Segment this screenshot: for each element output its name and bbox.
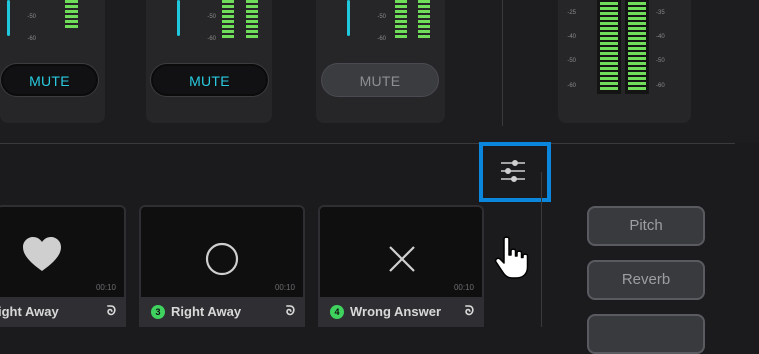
- scale-label: -50: [377, 14, 386, 20]
- master-meter-left: [597, 0, 621, 94]
- scale-label: -60: [656, 83, 665, 89]
- loop-icon[interactable]: ᘐ: [286, 303, 295, 319]
- scale-label: -25: [567, 10, 576, 16]
- pad-duration: 00:10: [95, 283, 116, 292]
- sound-pad-2[interactable]: 00:10 3 Right Away ᘐ: [139, 205, 305, 327]
- master-strip: -25 -40 -50 -60 -35 -40 -50 -60: [558, 0, 691, 123]
- channel-3-fader[interactable]: [347, 0, 350, 36]
- scale-label: -50: [207, 14, 216, 20]
- scale-label: -60: [567, 83, 576, 89]
- x-icon: [389, 246, 415, 272]
- pads-divider: [541, 172, 542, 327]
- scale-label: -35: [656, 10, 665, 16]
- scale-label: -60: [27, 36, 36, 42]
- pad-label: Right Away: [171, 304, 242, 319]
- mixer-divider: [502, 0, 503, 126]
- channel-3-meter-right: [418, 0, 430, 40]
- pad-footer: 3 Right Away ᘐ: [141, 297, 303, 327]
- pad-footer: 4 Wrong Answer ᘐ: [320, 297, 482, 327]
- sound-pad-1[interactable]: 00:10 ight Away ᘐ: [0, 205, 126, 327]
- reverb-button[interactable]: Reverb: [587, 260, 705, 300]
- channel-3-mute-button[interactable]: MUTE: [321, 63, 439, 97]
- effect-button-3[interactable]: [587, 314, 705, 354]
- scale-label: -60: [207, 36, 216, 42]
- channel-1-fader[interactable]: [7, 0, 10, 36]
- channel-1-mute-button[interactable]: MUTE: [0, 63, 99, 97]
- channel-3-meter-left: [395, 0, 407, 40]
- pad-footer: ight Away ᘐ: [0, 297, 124, 327]
- scale-label: -40: [656, 34, 665, 40]
- loop-icon[interactable]: ᘐ: [465, 303, 474, 319]
- channel-2-meter-left: [222, 0, 234, 40]
- channel-strip-1: -50 -60: [0, 0, 105, 123]
- pad-label: ight Away: [0, 304, 59, 319]
- scale-label: -60: [377, 36, 386, 42]
- pad-number-badge: 3: [151, 305, 165, 319]
- scale-label: -50: [656, 58, 665, 64]
- pad-label: Wrong Answer: [350, 304, 442, 319]
- sliders-icon: [501, 159, 525, 183]
- pad-duration: 00:10: [453, 283, 474, 292]
- master-meter-right: [625, 0, 649, 94]
- heart-icon: [23, 237, 61, 271]
- sound-pad-3[interactable]: 00:10 4 Wrong Answer ᘐ: [318, 205, 484, 327]
- scale-label: -50: [567, 58, 576, 64]
- pitch-button[interactable]: Pitch: [587, 206, 705, 246]
- channel-strip-2: -50 -60: [146, 0, 272, 123]
- channel-2-meter-right: [246, 0, 258, 40]
- pad-duration: 00:10: [274, 283, 295, 292]
- channel-2-fader[interactable]: [177, 0, 180, 36]
- channel-2-mute-button[interactable]: MUTE: [150, 63, 269, 97]
- loop-icon[interactable]: ᘐ: [107, 303, 116, 319]
- hand-pointer-icon: [494, 236, 529, 279]
- scale-label: -50: [27, 14, 36, 20]
- pad-number-badge: 4: [330, 305, 344, 319]
- scale-label: -40: [567, 34, 576, 40]
- channel-1-meter: [65, 0, 78, 30]
- mixer-panel: -50 -60 MUTE -50 -60 MUTE -50 -60 MUTE -…: [0, 0, 759, 143]
- circle-icon: [205, 242, 239, 276]
- channel-strip-3: -50 -60: [316, 0, 445, 123]
- section-divider: [0, 143, 735, 144]
